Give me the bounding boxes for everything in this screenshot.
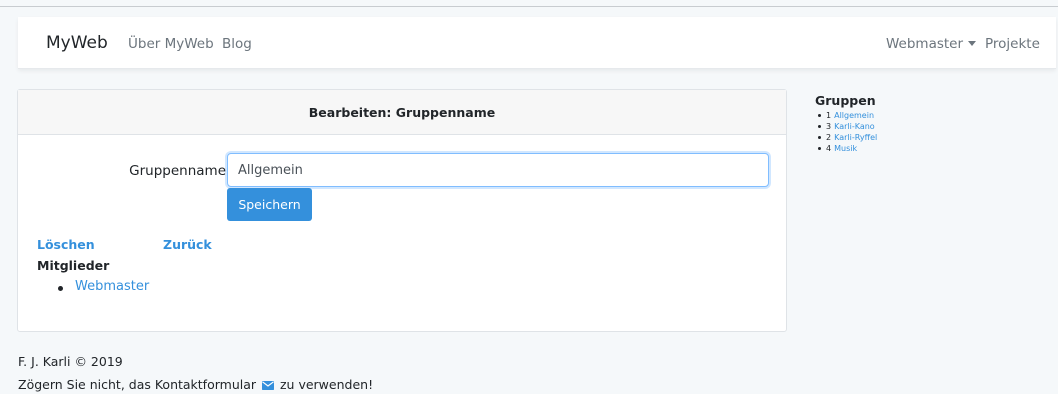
footer-contact: Zögern Sie nicht, das Kontaktformular zu… xyxy=(18,377,373,392)
member-link-webmaster[interactable]: Webmaster xyxy=(58,279,149,294)
members-heading: Mitglieder xyxy=(37,258,110,273)
nav-link-blog[interactable]: Blog xyxy=(222,36,252,52)
footer-copyright: F. J. Karli © 2019 xyxy=(18,354,123,369)
envelope-icon[interactable] xyxy=(262,381,275,390)
card-header-title: Bearbeiten: Gruppenname xyxy=(18,90,786,135)
group-name-input[interactable] xyxy=(227,153,769,187)
nav-link-about[interactable]: Über MyWeb xyxy=(128,36,214,52)
user-menu-dropdown[interactable]: Webmaster xyxy=(886,36,977,52)
group-link-allgemein[interactable]: Allgemein xyxy=(834,111,874,120)
group-link-karli-kano[interactable]: Karli-Kano xyxy=(834,122,875,131)
top-divider xyxy=(0,6,1058,7)
group-list: 1 Allgemein 3 Karli-Kano 2 Karli-Ryffel 4 Mu… xyxy=(818,110,877,154)
members-list: Webmaster xyxy=(58,279,149,294)
back-link[interactable]: Zurück xyxy=(163,237,212,252)
navbar: MyWeb Über MyWeb Blog Webmaster Projekte xyxy=(18,17,1056,69)
group-list-item: 4 Musik xyxy=(818,143,877,154)
edit-group-card: Bearbeiten: Gruppenname Gruppenname Spei… xyxy=(17,89,787,332)
group-link-karli-ryffel[interactable]: Karli-Ryffel xyxy=(834,133,877,142)
group-link-musik[interactable]: Musik xyxy=(834,144,857,153)
brand-link[interactable]: MyWeb xyxy=(46,33,108,53)
group-list-item: 3 Karli-Kano xyxy=(818,121,877,132)
group-number: 1 xyxy=(826,111,832,120)
nav-link-projects[interactable]: Projekte xyxy=(985,36,1040,52)
group-number: 3 xyxy=(826,122,832,131)
footer-contact-text-end: zu verwenden! xyxy=(280,377,374,392)
group-number: 4 xyxy=(826,144,832,153)
save-button[interactable]: Speichern xyxy=(227,188,312,221)
delete-link[interactable]: Löschen xyxy=(37,237,95,252)
caret-down-icon xyxy=(968,41,977,46)
group-list-item: 2 Karli-Ryffel xyxy=(818,132,877,143)
user-menu-label: Webmaster xyxy=(886,36,964,52)
footer-contact-text: Zögern Sie nicht, das Kontaktformular xyxy=(18,377,257,392)
group-number: 2 xyxy=(826,133,832,142)
sidebar-title: Gruppen xyxy=(815,93,876,108)
group-list-item: 1 Allgemein xyxy=(818,110,877,121)
group-name-label: Gruppenname xyxy=(129,163,226,179)
